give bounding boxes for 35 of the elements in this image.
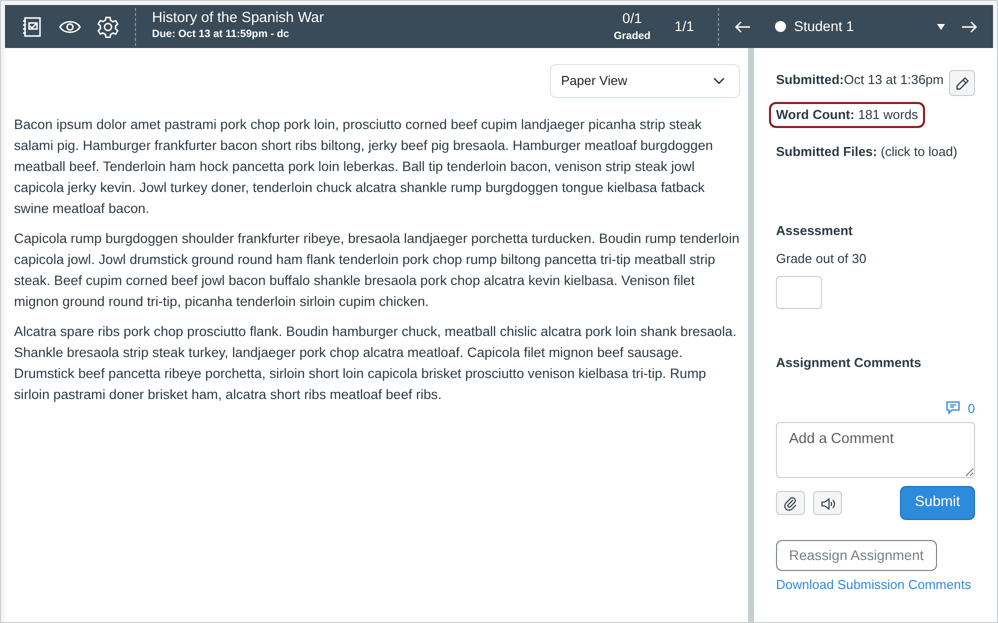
edit-button[interactable] — [949, 70, 975, 96]
comment-icon — [946, 401, 960, 416]
comment-count[interactable]: 0 — [776, 398, 975, 418]
grade-field[interactable] — [776, 276, 822, 309]
pencil-icon — [954, 76, 970, 92]
comment-field[interactable]: Add a Comment — [776, 422, 975, 478]
submission-position: 1/1 — [674, 17, 694, 36]
paragraph: Bacon ipsum dolor amet pastrami pork chop pork loin, prosciutto corned beef cupim landjaeger picanha strip steak salami pig. Hamburger frankfurter bacon short ribs biltong, jerky beef pig bresaola. Hamburger meatloaf burgdoggen meatball beef. Tenderloin ham hock pancetta pork loin leberkas. Ball tip tenderloin bacon, venison strip steak jowl capicola jerky kevin. Jowl turkey doner, tenderloin chuck alcatra shankle rump burgdoggen tongue kielbasa fatback swine meatloaf bacon. — [14, 116, 714, 218]
paragraph: Capicola rump burgdoggen shoulder frankfurter ribeye, bresaola landjaeger porchetta turducken. Boudin rump tenderloin capicola jowl. Jowl drumstick ground round ham flank tenderloin pork chop rump biltong pancetta tri-tip meatball strip steak. Beef cupim corned beef jowl bacon buffalo shankle bresaola pork chop alcatra kevin kielbasa. Venison filet mignon ground round tri-tip, picanha tenderloin sirloin cupim chicken. — [14, 230, 740, 311]
student-name[interactable]: Student 1 — [794, 16, 937, 37]
detail-text: Submitted:Oct 13 at 1:36pm — [776, 71, 944, 89]
graded-count: 0/1 — [621, 9, 643, 28]
view-select[interactable]: Paper View — [550, 64, 740, 98]
paragraph: Alcatra spare ribs pork chop prosciutto flank. Boudin hamburger chuck, meatball chislic alcatra pork loin shank bresaola. Shankle bresaola strip steak turkey, landjaeger pork chop alcatra meatloaf. Capicola filet mignon beef sausage. Drumstick beef pancetta ribeye porchetta, sirloin short loin capicola brisket prosciutto venison kielbasa tri-tip. Rump sirloin pastrami doner brisket ham, alcatra short ribs meatloaf beef ribs. — [14, 322, 738, 404]
highlighted-detail: Word Count: 181 words — [769, 102, 926, 128]
settings-icon[interactable] — [97, 16, 119, 38]
status-dot — [775, 21, 786, 32]
submit-button[interactable]: Submit — [900, 486, 975, 520]
attach-button[interactable] — [776, 490, 805, 515]
gradebook-icon[interactable] — [21, 16, 43, 38]
section-heading: Assessment — [776, 222, 854, 240]
paperclip-icon — [784, 496, 798, 511]
speaker-icon — [820, 496, 836, 511]
section-heading: Assignment Comments — [776, 354, 922, 372]
graded-label: Graded — [614, 29, 651, 44]
due-date: Due: Oct 13 at 11:59pm - dc — [152, 26, 290, 42]
arrow-right-icon[interactable] — [961, 20, 977, 32]
download-link[interactable]: Download Submission Comments — [776, 574, 975, 594]
detail-text: Submitted Files: (click to load) — [776, 142, 958, 161]
assignment-title[interactable]: History of the Spanish War — [152, 10, 614, 27]
arrow-left-icon[interactable] — [735, 20, 751, 32]
media-button[interactable] — [813, 490, 842, 515]
grade-label: Grade out of 30 — [776, 250, 868, 268]
caret-icon[interactable] — [937, 24, 945, 30]
eye-icon[interactable] — [59, 18, 81, 34]
